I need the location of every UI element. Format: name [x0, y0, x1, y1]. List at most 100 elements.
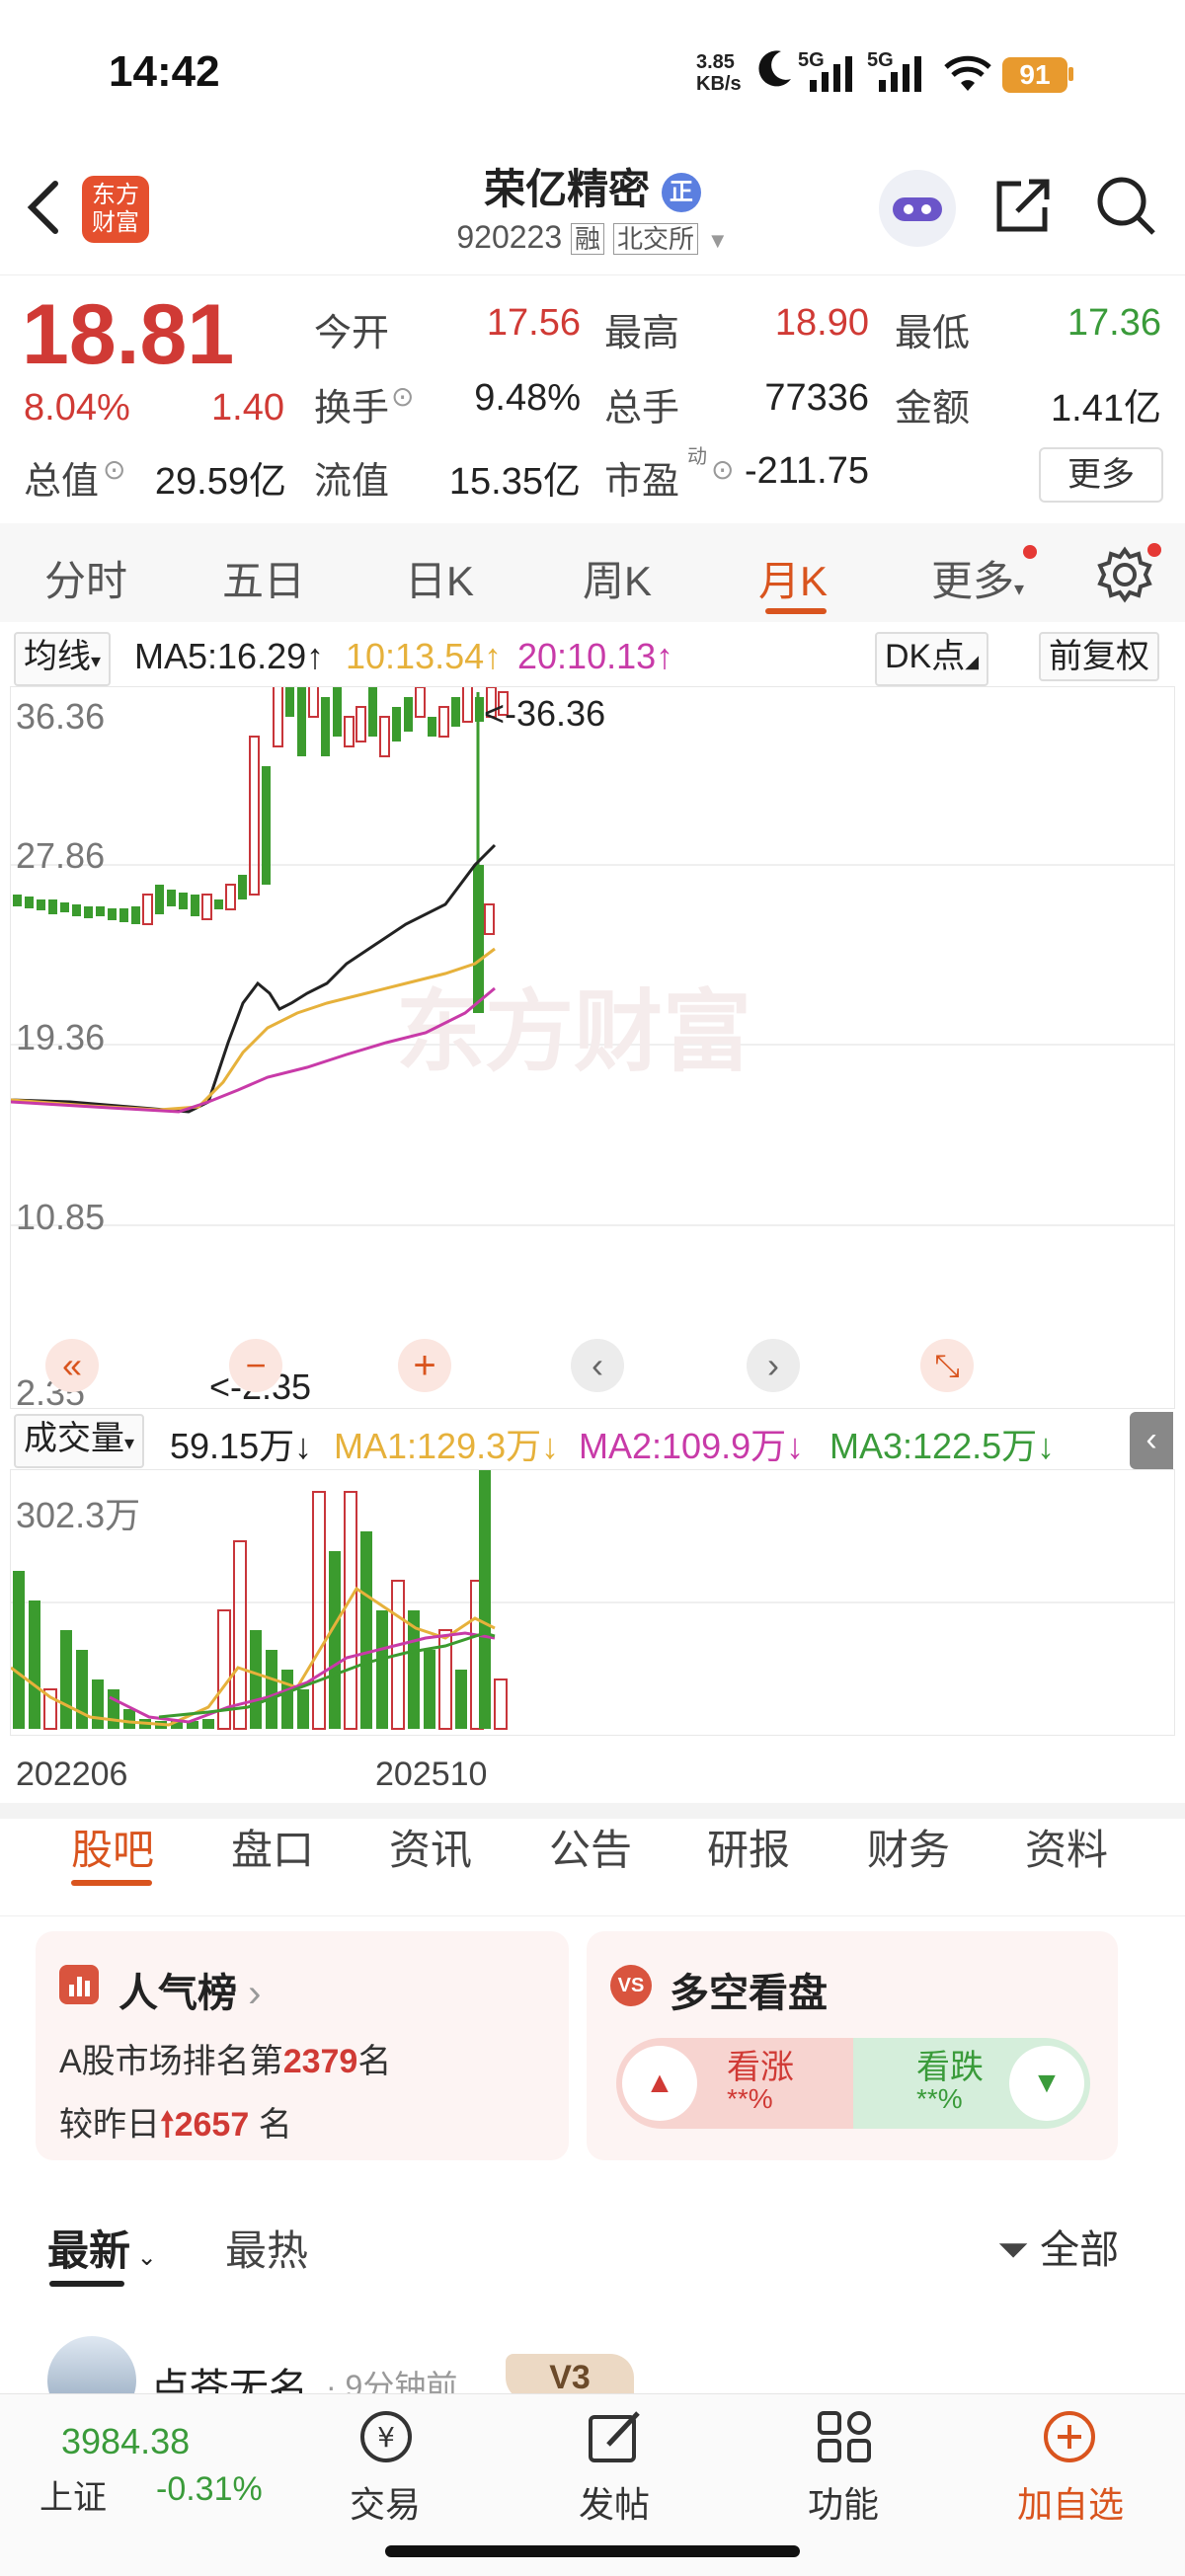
- pe-sup: 动: [687, 446, 707, 468]
- candle: [344, 716, 355, 747]
- filter-button[interactable]: ⏷ 全部: [997, 2218, 1119, 2275]
- volume-bar: [312, 1491, 326, 1730]
- index-name[interactable]: 上证: [40, 2470, 107, 2519]
- bullish-pct: **%: [727, 2083, 773, 2114]
- kline-chart[interactable]: 东方财富: [10, 578, 1175, 1409]
- news-tab-handicap[interactable]: 盘口: [231, 1817, 314, 1877]
- ma-select[interactable]: 均线▾: [14, 632, 112, 686]
- next-icon[interactable]: ›: [747, 1339, 800, 1392]
- versus-icon: VS: [610, 1965, 652, 2006]
- amount-value: 1.41亿: [1051, 388, 1161, 429]
- kline-svg: 东方财富: [10, 578, 1174, 1226]
- prev-icon[interactable]: ‹: [571, 1339, 624, 1392]
- nav-function[interactable]: 功能: [764, 2476, 922, 2528]
- news-tab-announce[interactable]: 公告: [549, 1817, 632, 1877]
- share-icon[interactable]: [991, 174, 1055, 242]
- feed-tab-latest[interactable]: 最新 ⌄: [47, 2218, 157, 2278]
- info-icon-2[interactable]: ⊙: [103, 453, 125, 486]
- nav-trade[interactable]: 交易: [306, 2476, 464, 2528]
- candle: [404, 697, 413, 732]
- rewind-icon[interactable]: «: [45, 1339, 99, 1392]
- nav-add-watchlist[interactable]: 加自选: [991, 2476, 1149, 2528]
- info-icon[interactable]: ⊙: [391, 380, 414, 413]
- assistant-avatar-icon[interactable]: [879, 170, 956, 247]
- nav-post[interactable]: 发帖: [535, 2476, 693, 2528]
- tab-weekly-k[interactable]: 周K: [583, 548, 652, 608]
- dk-point-button[interactable]: DK点◢: [875, 632, 989, 686]
- volume-select[interactable]: 成交量▾: [14, 1414, 145, 1468]
- tab-divider: [0, 1915, 1185, 1916]
- pe-value: -211.75: [744, 450, 869, 492]
- vol-ma2-value: MA2:109.9万: [579, 1426, 787, 1466]
- candle: [473, 865, 484, 1013]
- post-icon[interactable]: [583, 2407, 648, 2471]
- tab-five-day[interactable]: 五日: [222, 548, 305, 608]
- trade-icon[interactable]: ¥: [354, 2407, 419, 2471]
- news-tab-underline: [71, 1880, 152, 1886]
- tab-intraday[interactable]: 分时: [44, 548, 127, 608]
- max-annotation: <-36.36: [484, 693, 606, 734]
- settings-icon[interactable]: [1096, 546, 1153, 608]
- search-icon[interactable]: [1094, 174, 1157, 242]
- volume-bar: [76, 1650, 88, 1729]
- index-value[interactable]: 3984.38: [61, 2421, 190, 2462]
- news-tab-finance[interactable]: 财务: [867, 1817, 950, 1877]
- signal-icon-2: [877, 54, 930, 99]
- fullscreen-icon[interactable]: ⤡: [920, 1339, 974, 1392]
- candle: [179, 893, 188, 909]
- tab-monthly-k[interactable]: 月K: [758, 548, 828, 608]
- volume-chart[interactable]: [10, 1469, 1175, 1736]
- sentiment-title: 多空看盘: [670, 1972, 828, 2015]
- chart-bar-icon: [59, 1965, 99, 2004]
- tab-daily-k[interactable]: 日K: [405, 548, 474, 608]
- volume-select-label: 成交量: [24, 1420, 124, 1457]
- volume-bar: [329, 1551, 341, 1729]
- adjust-button[interactable]: 前复权: [1039, 632, 1159, 681]
- volume-bar: [108, 1689, 119, 1729]
- collapse-panel-icon[interactable]: ‹: [1130, 1412, 1173, 1469]
- news-tab-forum[interactable]: 股吧: [71, 1817, 154, 1877]
- volume-bar: [233, 1540, 247, 1730]
- add-watchlist-icon[interactable]: [1037, 2407, 1102, 2471]
- up-arrow-icon: 🠕: [160, 2106, 175, 2144]
- news-tab-research[interactable]: 研报: [707, 1817, 790, 1877]
- total-value: 29.59亿: [154, 461, 286, 503]
- ma10-label: 10:13.54↑: [346, 636, 503, 676]
- zoom-out-icon[interactable]: −: [229, 1339, 282, 1392]
- volume-bar: [360, 1531, 372, 1729]
- volume-bar: [344, 1491, 357, 1730]
- volume-bar: [202, 1719, 214, 1729]
- ma-select-label: 均线: [24, 638, 91, 675]
- status-time: 14:42: [109, 47, 220, 96]
- more-button[interactable]: 更多: [1039, 447, 1163, 503]
- ma5-value: MA5:16.29: [134, 636, 307, 676]
- news-tab-profile[interactable]: 资料: [1025, 1817, 1108, 1877]
- candle: [285, 618, 294, 717]
- filter-icon: ⏷: [997, 2228, 1029, 2272]
- pe-label: 市盈: [604, 461, 680, 503]
- news-tab-info[interactable]: 资讯: [389, 1817, 472, 1877]
- zoom-in-icon[interactable]: +: [398, 1339, 451, 1392]
- index-change[interactable]: -0.31%: [156, 2470, 263, 2509]
- tab-more[interactable]: 更多▾: [931, 548, 1024, 608]
- x-tick-end: 202510: [375, 1756, 488, 1793]
- feed-tab-hot[interactable]: 最热: [225, 2218, 308, 2278]
- down-triangle-icon: ▼: [1009, 2046, 1084, 2121]
- feed-underline: [49, 2281, 124, 2287]
- info-icon-3[interactable]: ⊙: [711, 453, 734, 486]
- chevron-right-icon: ›: [237, 1972, 262, 2015]
- candle: [438, 706, 449, 738]
- candle: [72, 904, 81, 916]
- high-label: 最高: [604, 313, 680, 354]
- candle: [155, 885, 164, 914]
- caret-icon-ma: ▾: [91, 651, 102, 672]
- volume-bar: [250, 1630, 262, 1729]
- volume-bar: [376, 1610, 388, 1729]
- tab-underline: [765, 608, 827, 614]
- bearish-pct: **%: [916, 2083, 963, 2114]
- vol-y-tick: 302.3万: [16, 1495, 141, 1535]
- chevron-down-icon: ⌄: [130, 2244, 157, 2271]
- low-label: 最低: [895, 313, 971, 354]
- function-icon[interactable]: [812, 2407, 877, 2471]
- open-label: 今开: [314, 313, 390, 354]
